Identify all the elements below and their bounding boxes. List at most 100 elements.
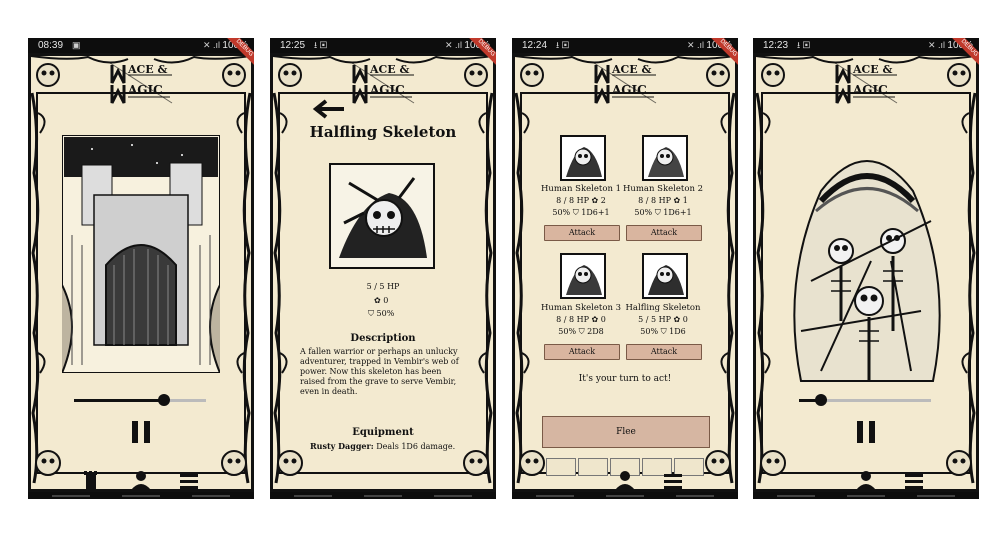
app-screen: ACE & AGIC Human Skeleton 1 8 / 8 HP ✿ 2…: [512, 53, 738, 492]
enemy-stats-row2: 50% ⛉ 2D8: [536, 327, 626, 337]
phone-screen-combat: 12:24 ⭳ ▣ ✕ .ıl 100% DEBUG ACE & AGIC Hu…: [512, 38, 738, 499]
logo-line2: AGIC: [853, 83, 888, 97]
armor-value: 2: [600, 196, 606, 205]
bottom-nav: [856, 471, 923, 490]
dodge-stat: ⛉ 50%: [368, 309, 408, 319]
pause-button[interactable]: [132, 421, 150, 443]
shield-icon: ⛉: [654, 208, 661, 217]
back-arrow-icon[interactable]: [312, 99, 346, 119]
status-time: 12:24: [522, 40, 548, 51]
enemy-hp: 8 / 8 HP: [638, 196, 671, 205]
paw-icon: ✿: [673, 315, 681, 324]
paw-icon: ✿: [591, 196, 599, 205]
status-time: 12:25: [280, 40, 306, 51]
bottom-nav: [615, 471, 682, 490]
enemy-hp: 5 / 5 HP: [638, 315, 671, 324]
logo-line2: AGIC: [128, 83, 163, 97]
armor-value: 0: [383, 296, 389, 305]
signal-icon: ✕ .ıl: [202, 40, 220, 50]
enemy-stats-row1: 8 / 8 HP ✿ 1: [618, 196, 708, 205]
logo-line2: AGIC: [612, 83, 647, 97]
armor-stat: ✿ 0: [374, 296, 404, 305]
signal-icon: ✕ .ıl: [927, 40, 945, 50]
armor-value: 1: [682, 196, 688, 205]
menu-icon[interactable]: [664, 474, 682, 489]
damage-value: 2D8: [587, 327, 604, 336]
hero-icon[interactable]: [615, 471, 635, 490]
enemy-portrait-3[interactable]: [560, 253, 606, 299]
status-time: 08:39: [38, 40, 64, 51]
armor-value: 0: [600, 315, 606, 324]
attack-button-3[interactable]: Attack: [544, 344, 620, 360]
shield-icon: ⛉: [572, 208, 579, 217]
enemy-name: Human Skeleton 3: [540, 303, 622, 313]
enemy-portrait-1[interactable]: [560, 135, 606, 181]
pause-button[interactable]: [857, 421, 875, 443]
dodge-value: 50%: [634, 208, 653, 217]
paw-icon: ✿: [591, 315, 599, 324]
app-screen: ACE & AGIC: [28, 53, 254, 492]
status-bar: 12:25 ⭳ ▣ ✕ .ıl 100%: [270, 38, 496, 53]
music-slider-knob[interactable]: [158, 394, 170, 406]
enemy-stats-row2: 50% ⛉ 1D6+1: [536, 208, 626, 218]
enemy-portrait-2[interactable]: [642, 135, 688, 181]
attack-button-4[interactable]: Attack: [626, 344, 702, 360]
enemy-stats-row1: 8 / 8 HP ✿ 2: [536, 196, 626, 205]
enemy-stats-row2: 50% ⛉ 1D6+1: [618, 208, 708, 218]
tower-icon[interactable]: [84, 471, 97, 489]
signal-icon: ✕ .ıl: [686, 40, 704, 50]
attack-button-2[interactable]: Attack: [626, 225, 702, 241]
skeleton-horde-illustration: [793, 160, 941, 382]
damage-value: 1D6+1: [663, 208, 692, 217]
equipment-heading: Equipment: [352, 427, 414, 438]
enemy-hp: 8 / 8 HP: [556, 196, 589, 205]
mace-and-magic-logo: ACE & AGIC: [108, 61, 174, 105]
system-nav-bar: [28, 492, 254, 499]
dodge-value: 50%: [558, 327, 577, 336]
logo-line1: ACE &: [370, 63, 410, 76]
hero-icon[interactable]: [131, 471, 151, 490]
dodge-value: 50%: [640, 327, 659, 336]
download-icon: ⭳ ▣: [797, 40, 811, 50]
damage-value: 1D6+1: [581, 208, 610, 217]
notification-icon: ▣: [72, 40, 81, 50]
menu-icon[interactable]: [180, 474, 198, 489]
mace-and-magic-logo: ACE & AGIC: [350, 61, 416, 105]
paw-icon: ✿: [673, 196, 681, 205]
castle-gate-illustration: [62, 135, 220, 373]
logo-line1: ACE &: [853, 63, 893, 76]
music-slider-knob[interactable]: [815, 394, 827, 406]
mace-and-magic-logo: ACE & AGIC: [592, 61, 658, 105]
flee-button[interactable]: Flee: [542, 416, 710, 448]
description-heading: Description: [350, 333, 416, 344]
enemy-stats-row1: 5 / 5 HP ✿ 0: [618, 315, 708, 324]
mace-and-magic-logo: ACE & AGIC: [833, 61, 899, 105]
description-text: A fallen warrior or perhaps an unlucky a…: [300, 347, 459, 396]
turn-message: It's your turn to act!: [578, 374, 672, 384]
enemy-stats-row1: 8 / 8 HP ✿ 0: [536, 315, 626, 324]
dodge-value: 50%: [376, 309, 395, 318]
enemy-name: Halfling Skeleton: [625, 303, 701, 313]
status-time: 12:23: [763, 40, 789, 51]
logo-line1: ACE &: [612, 63, 652, 76]
bottom-nav: [84, 471, 198, 490]
shield-icon: ⛉: [660, 327, 667, 336]
enemy-name: Human Skeleton 2: [622, 184, 704, 194]
system-nav-bar: [753, 492, 979, 499]
menu-icon[interactable]: [905, 474, 923, 489]
system-nav-bar: [270, 492, 496, 499]
enemy-portrait-4[interactable]: [642, 253, 688, 299]
system-nav-bar: [512, 492, 738, 499]
paw-icon: ✿: [374, 296, 381, 305]
equipment-effect: Deals 1D6 damage.: [376, 442, 456, 451]
status-bar: 08:39 ▣ ✕ .ıl 100%: [28, 38, 254, 53]
app-screen: ACE & AGIC: [753, 53, 979, 492]
attack-button-1[interactable]: Attack: [544, 225, 620, 241]
shield-icon: ⛉: [368, 309, 374, 318]
phone-screen-music-skeletons: 12:23 ⭳ ▣ ✕ .ıl 100% DEBUG ACE & AGIC: [753, 38, 979, 499]
equipment-line: Rusty Dagger: Deals 1D6 damage.: [310, 441, 470, 452]
music-slider-fill: [74, 399, 164, 402]
armor-value: 0: [682, 315, 688, 324]
logo-line1: ACE &: [128, 63, 168, 76]
hero-icon[interactable]: [856, 471, 876, 490]
